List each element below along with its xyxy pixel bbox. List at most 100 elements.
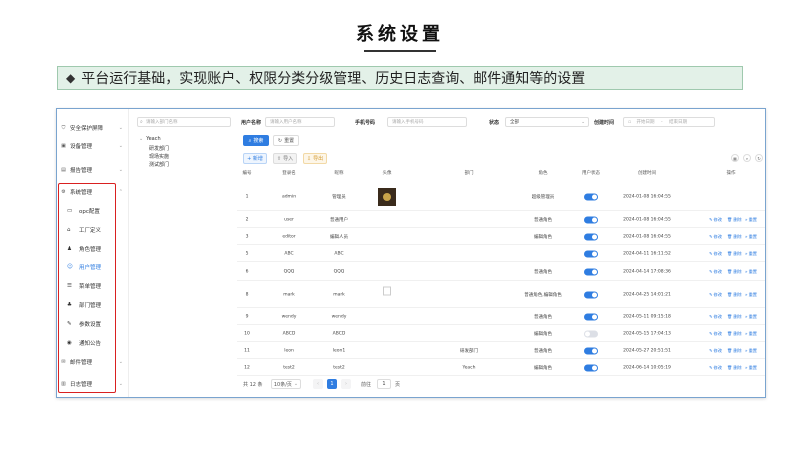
status-toggle[interactable]	[584, 216, 598, 223]
edit-button[interactable]: ✎修改	[709, 217, 722, 223]
edit-button[interactable]: ✎修改	[709, 348, 722, 354]
delete-button[interactable]: 🗑删除	[727, 331, 742, 337]
edit-button-label: 修改	[713, 364, 722, 370]
dept-search-input[interactable]: ⌕ 请输入部门名称	[137, 117, 231, 127]
page-size-value: 10条/页	[273, 381, 292, 388]
cell-dept: Yeach	[462, 365, 476, 370]
tree-node[interactable]: 现场实施	[149, 153, 169, 160]
delete-button[interactable]: 🗑删除	[727, 234, 742, 240]
sidebar-item[interactable]: ▤ 报告管理 ⌄	[57, 161, 129, 179]
chevron-down-icon: ⌄	[118, 381, 123, 387]
goto-input[interactable]: 1	[377, 379, 391, 389]
page-button-current[interactable]: 1	[327, 379, 337, 389]
cell-time: 2024-05-11 09:15:18	[623, 314, 671, 319]
reset-password-button[interactable]: »重置	[745, 217, 757, 223]
prev-page-button[interactable]: ‹	[313, 379, 323, 389]
status-toggle[interactable]	[584, 330, 598, 337]
cell-nick: 管理员	[332, 194, 346, 200]
reset-password-button[interactable]: »重置	[745, 331, 757, 337]
status-toggle[interactable]	[584, 250, 598, 257]
tree-node-root[interactable]: ⌄ Yeach	[139, 136, 161, 142]
tree-node[interactable]: 研发部门	[149, 145, 169, 152]
status-value: 全部	[510, 120, 519, 125]
status-toggle[interactable]	[584, 193, 598, 200]
column-header: 编号	[242, 171, 252, 176]
start-date-placeholder: 开始日期	[636, 120, 655, 125]
reset-password-button[interactable]: »重置	[745, 292, 757, 298]
reset-password-button-label: 重置	[748, 291, 757, 297]
cell-nick: leon1	[332, 348, 346, 353]
edit-icon: ✎	[709, 291, 713, 297]
delete-button-label: 删除	[733, 330, 742, 336]
delete-button[interactable]: 🗑删除	[727, 269, 742, 275]
page-size-select[interactable]: 10条/页 ⌄	[271, 379, 301, 389]
add-button[interactable]: + 新增	[243, 153, 267, 164]
search-button[interactable]: ⌕ 搜索	[243, 135, 269, 146]
edit-button[interactable]: ✎修改	[709, 365, 722, 371]
date-range-input[interactable]: ▫ 开始日期 - 结束日期	[623, 117, 715, 127]
status-toggle[interactable]	[584, 313, 598, 320]
status-toggle[interactable]	[584, 291, 598, 298]
delete-button[interactable]: 🗑删除	[727, 292, 742, 298]
device-icon: ▣	[61, 142, 66, 149]
edit-icon: ✎	[709, 250, 713, 256]
delete-button[interactable]: 🗑删除	[727, 217, 742, 223]
reset-password-button[interactable]: »重置	[745, 348, 757, 354]
grid-view-icon[interactable]: ▦	[731, 154, 739, 162]
reset-password-button[interactable]: »重置	[745, 251, 757, 257]
reset-password-button[interactable]: »重置	[745, 314, 757, 320]
delete-button[interactable]: 🗑删除	[727, 365, 742, 371]
status-toggle[interactable]	[584, 347, 598, 354]
search-toggle-icon[interactable]: ⌕	[743, 154, 751, 162]
column-header: 用户状态	[582, 171, 600, 176]
chevron-down-icon: ⌄	[118, 167, 123, 173]
sidebar-item-label: 报告管理	[70, 168, 93, 174]
status-select[interactable]: 全部 ⌄	[505, 117, 589, 127]
cell-role: 普通角色	[534, 348, 552, 354]
edit-icon: ✎	[709, 268, 713, 274]
reset-button[interactable]: ↻ 重置	[273, 135, 299, 146]
export-button[interactable]: ⇩ 导出	[303, 153, 327, 164]
edit-button-label: 修改	[713, 330, 722, 336]
username-input[interactable]: 请输入用户名称	[265, 117, 335, 127]
delete-button[interactable]: 🗑删除	[727, 348, 742, 354]
edit-button[interactable]: ✎修改	[709, 331, 722, 337]
column-header: 操作	[726, 171, 736, 176]
cell-nick: mark	[333, 292, 345, 297]
delete-button[interactable]: 🗑删除	[727, 314, 742, 320]
cell-login: QQQ	[283, 269, 295, 274]
search-icon: ⌕	[140, 119, 143, 125]
phone-input[interactable]: 请输入手机号码	[387, 117, 467, 127]
delete-button-label: 删除	[733, 233, 742, 239]
refresh-icon[interactable]: ↻	[755, 154, 763, 162]
status-toggle[interactable]	[584, 233, 598, 240]
edit-icon: ✎	[709, 233, 713, 239]
reset-button-label: 重置	[284, 138, 295, 144]
import-button[interactable]: ⇪ 导入	[273, 153, 297, 164]
cell-role: 普通角色,编辑角色	[524, 292, 562, 298]
delete-button[interactable]: 🗑删除	[727, 251, 742, 257]
goto-label: 前往	[361, 382, 372, 388]
chevron-down-icon: ⌄	[118, 359, 123, 365]
edit-button[interactable]: ✎修改	[709, 234, 722, 240]
reset-password-button[interactable]: »重置	[745, 365, 757, 371]
edit-button[interactable]: ✎修改	[709, 269, 722, 275]
status-toggle[interactable]	[584, 268, 598, 275]
reset-password-button[interactable]: »重置	[745, 269, 757, 275]
table-row: 10 ABCD ABCD 编辑角色 2024-05-15 17:04:13 ✎修改 🗑删除»…	[237, 325, 765, 342]
sidebar-item[interactable]: ⛉ 安全保护屏障 ⌄	[57, 119, 129, 137]
table-row: 8 mark mark 普通角色,编辑角色 2024-04-25 14:01:21 ✎修改…	[237, 281, 765, 308]
status-toggle[interactable]	[584, 364, 598, 371]
edit-button[interactable]: ✎修改	[709, 292, 722, 298]
cell-time: 2024-04-11 16:11:52	[623, 251, 671, 256]
cell-time: 2024-05-15 17:04:13	[623, 331, 671, 336]
sidebar-item[interactable]: ▣ 设备管理 ⌄	[57, 137, 129, 155]
edit-button[interactable]: ✎修改	[709, 314, 722, 320]
edit-button[interactable]: ✎修改	[709, 251, 722, 257]
tree-node[interactable]: 测试部门	[149, 161, 169, 168]
reset-password-button[interactable]: »重置	[745, 234, 757, 240]
delete-icon: 🗑	[727, 330, 733, 336]
delete-button-label: 删除	[733, 268, 742, 274]
cell-login: ABC	[284, 251, 294, 256]
next-page-button[interactable]: ›	[341, 379, 351, 389]
